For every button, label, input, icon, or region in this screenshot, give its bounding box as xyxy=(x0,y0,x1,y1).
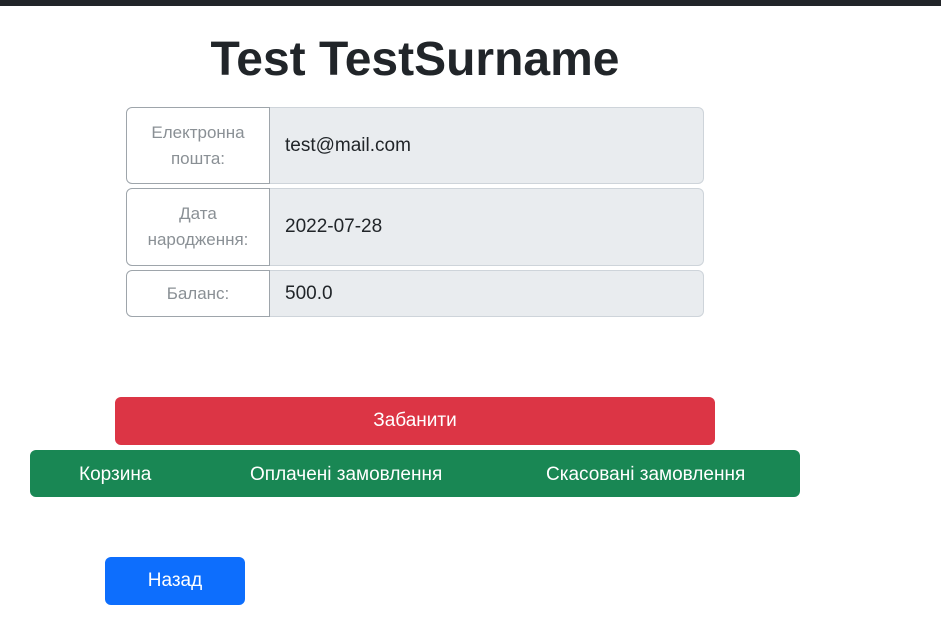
balance-field[interactable]: 500.0 xyxy=(270,270,704,317)
balance-field-group: Баланс: 500.0 xyxy=(126,270,704,317)
birth-date-field[interactable]: 2022-07-28 xyxy=(270,188,704,266)
birth-date-field-group: Дата народження: 2022-07-28 xyxy=(126,188,704,266)
back-button[interactable]: Назад xyxy=(105,557,245,605)
page-title: Test TestSurname xyxy=(210,33,620,86)
cart-link[interactable]: Корзина xyxy=(79,450,151,497)
paid-orders-link[interactable]: Оплачені замовлення xyxy=(250,450,442,497)
email-field[interactable]: test@mail.com xyxy=(270,107,704,184)
email-label: Електронна пошта: xyxy=(126,107,270,184)
cancelled-orders-link[interactable]: Скасовані замовлення xyxy=(546,450,745,497)
top-navbar xyxy=(0,0,941,6)
email-field-group: Електронна пошта: test@mail.com xyxy=(126,107,704,184)
balance-label: Баланс: xyxy=(126,270,270,317)
orders-nav-bar: Корзина Оплачені замовлення Скасовані за… xyxy=(30,450,800,497)
ban-button[interactable]: Забанити xyxy=(115,397,715,445)
birth-date-label: Дата народження: xyxy=(126,188,270,266)
